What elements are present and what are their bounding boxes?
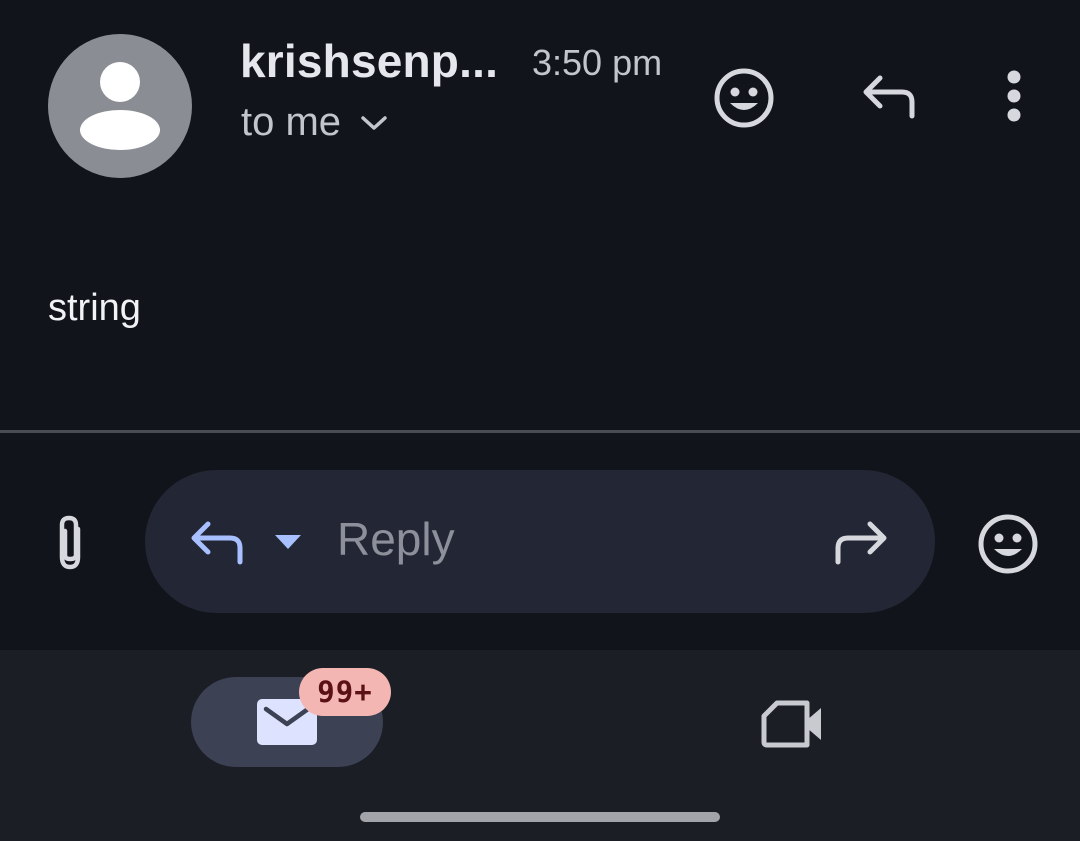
reply-icon [863, 75, 915, 119]
divider [0, 430, 1080, 433]
sender-avatar[interactable] [48, 34, 192, 178]
reply-compose-bar[interactable]: Reply [145, 470, 935, 613]
chevron-down-icon [361, 115, 387, 130]
email-body: string [48, 287, 141, 329]
bottom-navigation: 99+ [0, 650, 1080, 841]
reply-mode-button[interactable] [185, 516, 247, 568]
person-icon [80, 62, 160, 150]
forward-button[interactable] [831, 518, 893, 566]
sender-name[interactable]: krishsenp... [240, 34, 498, 88]
reply-mode-dropdown[interactable] [271, 530, 305, 554]
more-vert-icon [1007, 70, 1021, 122]
dropdown-icon [275, 535, 301, 549]
emoji-button[interactable] [972, 508, 1044, 580]
add-reaction-button[interactable] [708, 62, 780, 134]
forward-icon [835, 521, 887, 565]
emoji-icon [978, 514, 1038, 574]
nav-meet[interactable] [755, 694, 831, 754]
attachment-icon [59, 515, 81, 570]
email-time: 3:50 pm [532, 42, 663, 83]
recipient-details-toggle[interactable]: to me [241, 100, 389, 145]
reply-placeholder[interactable]: Reply [337, 512, 455, 566]
email-view-screen: krishsenp... 3:50 pm to me string Reply … [0, 0, 1080, 841]
home-indicator[interactable] [360, 812, 720, 822]
recipient-label: to me [241, 100, 342, 144]
reply-button[interactable] [852, 66, 924, 126]
video-camera-icon [761, 700, 821, 748]
unread-count-badge: 99+ [299, 668, 391, 716]
more-options-button[interactable] [994, 66, 1034, 126]
attach-button[interactable] [44, 508, 96, 578]
emoji-icon [714, 68, 774, 128]
reply-icon [191, 521, 243, 565]
